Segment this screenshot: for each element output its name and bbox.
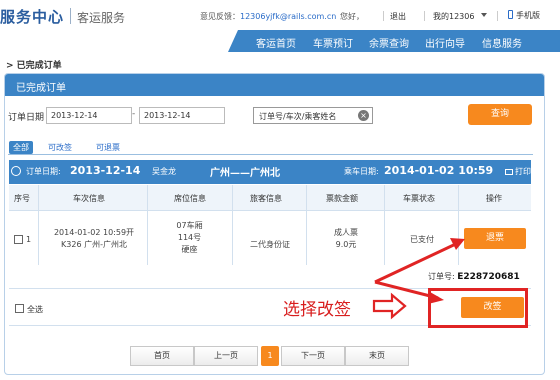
mobile-label: 手机版 bbox=[516, 11, 540, 20]
highlight-box bbox=[428, 288, 528, 328]
filter-refundable-tab[interactable]: 可退票 bbox=[96, 142, 120, 153]
nav-item-remaining-tickets[interactable]: 余票查询 bbox=[369, 35, 409, 50]
page-next-button[interactable]: 下一页 bbox=[281, 346, 345, 366]
date-from-input[interactable]: 2013-12-14 bbox=[46, 107, 132, 124]
order-number: 订单号: E228720681 bbox=[428, 271, 520, 282]
seat-type: 硬座 bbox=[181, 245, 198, 254]
ride-date-label: 乘车日期: bbox=[344, 167, 379, 176]
panel-header: 已完成订单 bbox=[5, 74, 544, 96]
phone-icon bbox=[508, 10, 513, 19]
page-first-button[interactable]: 首页 bbox=[130, 346, 194, 366]
row-checkbox[interactable] bbox=[14, 235, 23, 244]
train-time: 2014-01-02 10:59开 bbox=[53, 228, 135, 237]
nav-item-info-service[interactable]: 信息服务 bbox=[482, 35, 522, 50]
col-header-passenger: 旅客信息 bbox=[250, 194, 282, 203]
site-logo[interactable]: 服务中心 bbox=[0, 6, 64, 27]
feedback-email-link[interactable]: 12306yjfk@rails.com.cn bbox=[240, 12, 336, 21]
order-number-value: E228720681 bbox=[457, 272, 520, 282]
page-last-button[interactable]: 末页 bbox=[345, 346, 409, 366]
col-header-status: 车票状态 bbox=[403, 194, 435, 203]
ticket-amount: 9.0元 bbox=[335, 240, 357, 249]
col-header-amount: 票款金额 bbox=[326, 194, 358, 203]
col-header-seat: 席位信息 bbox=[174, 194, 206, 203]
top-header: 服务中心 客运服务 意见反馈：12306yjfk@rails.com.cn 您好… bbox=[0, 0, 560, 30]
order-date-value: 2013-12-14 bbox=[70, 164, 141, 177]
order-route: 广州——广州北 bbox=[210, 168, 280, 179]
column-divider bbox=[38, 185, 39, 265]
filter-divider bbox=[8, 154, 533, 155]
header-separator bbox=[497, 11, 498, 21]
filter-all-tab[interactable]: 全部 bbox=[9, 141, 33, 154]
col-header-train: 车次信息 bbox=[73, 194, 105, 203]
passenger-name: 吴金龙 bbox=[152, 167, 176, 176]
order-number-label: 订单号: bbox=[428, 272, 455, 281]
my-12306-menu[interactable]: 我的12306 bbox=[433, 11, 474, 22]
nav-item-travel-guide[interactable]: 出行向导 bbox=[425, 35, 465, 50]
collapse-icon[interactable] bbox=[11, 166, 21, 176]
order-date-label: 订单日期 bbox=[8, 113, 45, 123]
feedback-info: 意见反馈：12306yjfk@rails.com.cn bbox=[200, 11, 336, 22]
nav-item-home[interactable]: 客运首页 bbox=[256, 35, 296, 50]
order-search-input[interactable]: 订单号/车次/乘客姓名 bbox=[253, 107, 373, 124]
ride-date-value: 2014-01-02 10:59 bbox=[384, 164, 494, 177]
nav-item-booking[interactable]: 车票预订 bbox=[313, 35, 353, 50]
breadcrumb: > 已完成订单 bbox=[6, 61, 62, 71]
ticket-type: 成人票 bbox=[334, 228, 358, 237]
clear-icon[interactable]: × bbox=[358, 110, 369, 121]
header-separator bbox=[383, 11, 384, 21]
chevron-down-icon[interactable] bbox=[481, 13, 487, 17]
print-link[interactable]: 打印 bbox=[505, 166, 531, 177]
print-label: 打印 bbox=[515, 167, 531, 176]
column-divider bbox=[458, 185, 459, 265]
refund-button[interactable]: 退票 bbox=[464, 228, 526, 249]
greeting-text: 您好， bbox=[340, 12, 364, 21]
main-nav: 客运首页 车票预订 余票查询 出行向导 信息服务 bbox=[0, 30, 560, 52]
passenger-id-type: 二代身份证 bbox=[250, 240, 290, 249]
filter-changeable-tab[interactable]: 可改签 bbox=[48, 142, 72, 153]
column-divider bbox=[384, 185, 385, 265]
seat-number: 114号 bbox=[177, 233, 202, 242]
select-all-checkbox[interactable] bbox=[15, 304, 24, 313]
order-date-label: 订单日期: bbox=[26, 167, 61, 176]
header-separator bbox=[424, 11, 425, 21]
column-divider bbox=[147, 185, 148, 265]
logout-link[interactable]: 退出 bbox=[390, 11, 406, 22]
nav-decoration bbox=[228, 30, 238, 52]
ticket-status: 已支付 bbox=[410, 235, 434, 244]
logo-divider bbox=[70, 8, 71, 24]
select-all-label: 全选 bbox=[27, 305, 43, 314]
column-divider bbox=[306, 185, 307, 265]
col-header-index: 序号 bbox=[14, 194, 30, 203]
train-route: K326 广州-广州北 bbox=[61, 240, 127, 249]
page-prev-button[interactable]: 上一页 bbox=[194, 346, 258, 366]
feedback-label: 意见反馈： bbox=[200, 12, 240, 21]
column-divider bbox=[232, 185, 233, 265]
annotation-text: 选择改签 bbox=[283, 300, 351, 320]
page-current[interactable]: 1 bbox=[261, 346, 279, 366]
query-button[interactable]: 查询 bbox=[468, 104, 532, 125]
date-to-input[interactable]: 2013-12-14 bbox=[139, 107, 225, 124]
col-header-action: 操作 bbox=[486, 194, 502, 203]
printer-icon bbox=[505, 169, 513, 175]
date-range-dash: - bbox=[132, 109, 136, 119]
site-subtitle: 客运服务 bbox=[77, 11, 126, 25]
row-index: 1 bbox=[26, 235, 32, 244]
panel-title: 已完成订单 bbox=[16, 83, 66, 94]
seat-car: 07车厢 bbox=[176, 221, 203, 230]
mobile-version-link[interactable]: 手机版 bbox=[508, 10, 540, 21]
